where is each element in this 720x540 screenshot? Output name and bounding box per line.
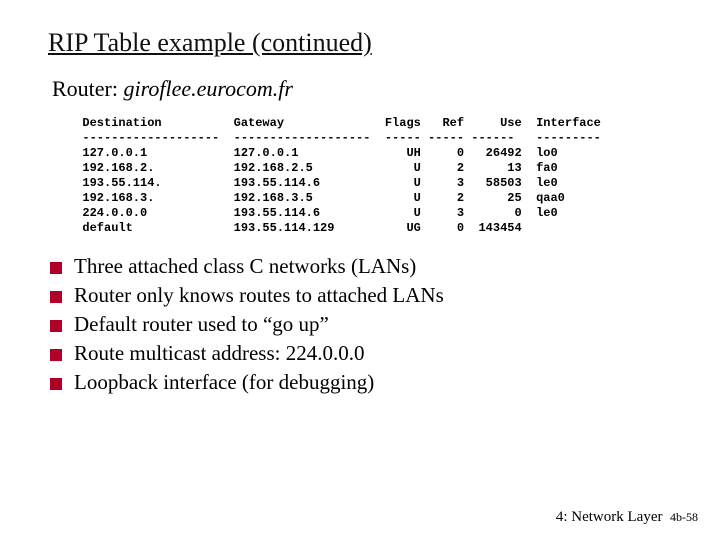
list-item: Router only knows routes to attached LAN…	[50, 283, 672, 308]
bullet-text: Three attached class C networks (LANs)	[74, 254, 416, 279]
list-item: Default router used to “go up”	[50, 312, 672, 337]
slide-footer: 4: Network Layer 4b-58	[556, 509, 698, 526]
router-label: Router:	[52, 76, 124, 101]
bullet-list: Three attached class C networks (LANs) Ro…	[50, 254, 672, 395]
square-bullet-icon	[50, 320, 62, 332]
slide-title: RIP Table example (continued)	[48, 28, 672, 58]
router-host: giroflee.eurocom.fr	[124, 76, 293, 101]
list-item: Route multicast address: 224.0.0.0	[50, 341, 672, 366]
bullet-text: Router only knows routes to attached LAN…	[74, 283, 444, 308]
bullet-text: Route multicast address: 224.0.0.0	[74, 341, 364, 366]
square-bullet-icon	[50, 349, 62, 361]
square-bullet-icon	[50, 378, 62, 390]
square-bullet-icon	[50, 291, 62, 303]
list-item: Loopback interface (for debugging)	[50, 370, 672, 395]
rip-routing-table: Destination Gateway Flags Ref Use Interf…	[68, 116, 672, 236]
footer-chapter: 4: Network Layer	[556, 509, 663, 525]
router-line: Router: giroflee.eurocom.fr	[52, 76, 672, 102]
bullet-text: Loopback interface (for debugging)	[74, 370, 374, 395]
square-bullet-icon	[50, 262, 62, 274]
bullet-text: Default router used to “go up”	[74, 312, 329, 337]
footer-page: 4b-58	[670, 510, 698, 524]
list-item: Three attached class C networks (LANs)	[50, 254, 672, 279]
